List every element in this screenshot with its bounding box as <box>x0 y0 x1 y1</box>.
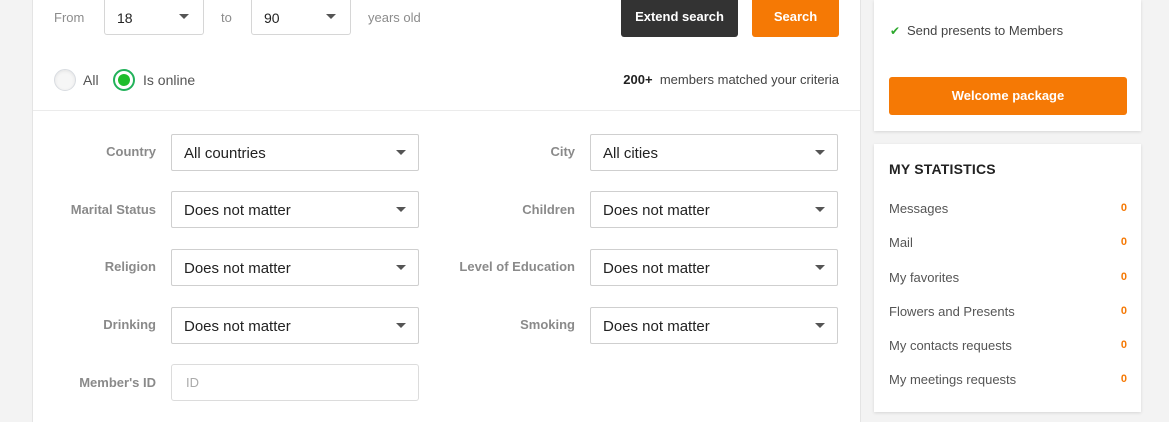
children-select[interactable]: Does not matter <box>590 191 838 228</box>
promo-card: ✔ Send presents to Members Welcome packa… <box>874 0 1141 131</box>
marital-status-label: Marital Status <box>70 202 156 217</box>
check-icon: ✔ <box>890 24 901 38</box>
statistics-title: MY STATISTICS <box>889 161 996 177</box>
smoking-select[interactable]: Does not matter <box>590 307 838 344</box>
chevron-down-icon <box>179 14 189 19</box>
stat-row-messages[interactable]: Messages 0 <box>889 201 1127 221</box>
smoking-value: Does not matter <box>603 318 710 335</box>
city-value: All cities <box>603 145 659 162</box>
age-from-value: 18 <box>117 10 133 26</box>
stat-label: Flowers and Presents <box>889 304 1015 319</box>
country-select[interactable]: All countries <box>171 134 419 171</box>
chevron-down-icon <box>815 265 825 270</box>
age-to-value: 90 <box>264 10 280 26</box>
stat-count: 0 <box>1120 271 1127 283</box>
chevron-down-icon <box>815 323 825 328</box>
promo-feature-text: Send presents to Members <box>907 23 1064 38</box>
chevron-down-icon <box>396 207 406 212</box>
drinking-label: Drinking <box>103 317 156 332</box>
divider <box>33 110 860 111</box>
results-summary: 200+ members matched your criteria <box>623 72 839 87</box>
search-panel: From 18 to 90 years old Extend search Se… <box>32 0 861 422</box>
radio-all-label[interactable]: All <box>83 72 99 88</box>
stat-row-flowers-presents[interactable]: Flowers and Presents 0 <box>889 304 1127 324</box>
welcome-package-button[interactable]: Welcome package <box>889 77 1127 115</box>
children-label: Children <box>522 202 575 217</box>
age-to-select[interactable]: 90 <box>251 0 351 35</box>
member-id-input[interactable] <box>171 364 419 401</box>
chevron-down-icon <box>815 207 825 212</box>
stat-label: Messages <box>889 201 949 216</box>
education-label: Level of Education <box>459 259 575 274</box>
stat-count: 0 <box>1120 373 1127 385</box>
education-value: Does not matter <box>603 260 710 277</box>
religion-value: Does not matter <box>184 260 291 277</box>
stat-label: My contacts requests <box>889 338 1012 353</box>
city-label: City <box>550 144 575 159</box>
results-text: members matched your criteria <box>659 72 839 87</box>
chevron-down-icon <box>815 150 825 155</box>
country-value: All countries <box>184 145 266 162</box>
statistics-card: MY STATISTICS Messages 0 Mail 0 My favor… <box>874 144 1141 412</box>
chevron-down-icon <box>326 14 336 19</box>
stat-count: 0 <box>1120 305 1127 317</box>
radio-all[interactable] <box>54 69 76 91</box>
stat-row-mail[interactable]: Mail 0 <box>889 235 1127 255</box>
city-select[interactable]: All cities <box>590 134 838 171</box>
marital-status-value: Does not matter <box>184 202 291 219</box>
member-id-label: Member's ID <box>79 375 156 390</box>
radio-is-online-label[interactable]: Is online <box>143 72 195 88</box>
stat-label: Mail <box>889 235 913 250</box>
results-count: 200+ <box>623 72 653 87</box>
smoking-label: Smoking <box>520 317 575 332</box>
religion-label: Religion <box>104 259 156 274</box>
stat-label: My favorites <box>889 270 960 285</box>
stat-count: 0 <box>1120 202 1127 214</box>
marital-status-select[interactable]: Does not matter <box>171 191 419 228</box>
education-select[interactable]: Does not matter <box>590 249 838 286</box>
radio-is-online[interactable] <box>113 69 135 91</box>
drinking-value: Does not matter <box>184 318 291 335</box>
chevron-down-icon <box>396 150 406 155</box>
country-label: Country <box>106 144 156 159</box>
age-from-label: From <box>54 10 85 25</box>
age-from-select[interactable]: 18 <box>104 0 204 35</box>
search-button[interactable]: Search <box>752 0 839 37</box>
chevron-down-icon <box>396 323 406 328</box>
stat-count: 0 <box>1120 236 1127 248</box>
stat-row-contacts-requests[interactable]: My contacts requests 0 <box>889 338 1127 358</box>
extend-search-button[interactable]: Extend search <box>621 0 738 37</box>
religion-select[interactable]: Does not matter <box>171 249 419 286</box>
age-suffix-label: years old <box>368 10 421 25</box>
children-value: Does not matter <box>603 202 710 219</box>
chevron-down-icon <box>396 265 406 270</box>
age-to-label: to <box>221 10 232 25</box>
stat-count: 0 <box>1120 339 1127 351</box>
stat-label: My meetings requests <box>889 372 1017 387</box>
stat-row-favorites[interactable]: My favorites 0 <box>889 270 1127 290</box>
stat-row-meetings-requests[interactable]: My meetings requests 0 <box>889 372 1127 392</box>
drinking-select[interactable]: Does not matter <box>171 307 419 344</box>
